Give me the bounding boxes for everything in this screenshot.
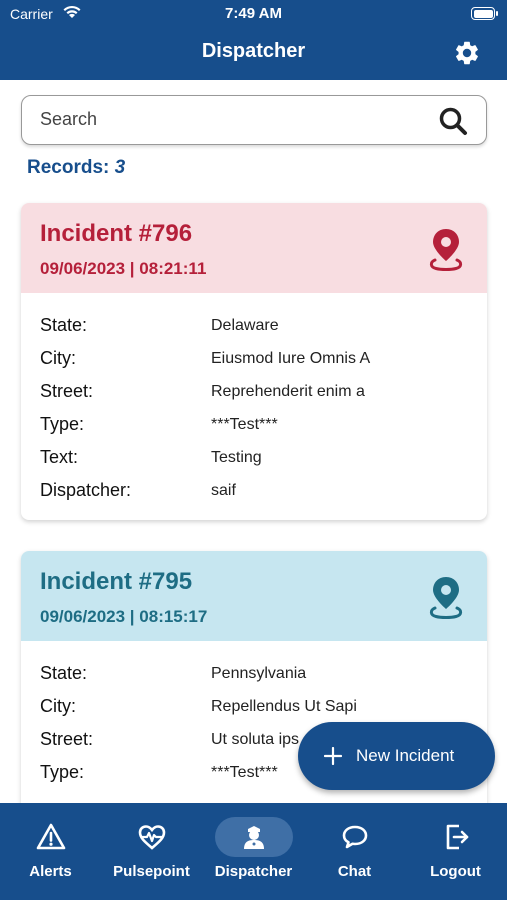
page-title: Dispatcher	[201, 40, 306, 62]
detail-value: saif	[211, 481, 236, 499]
records-count: Records: 3	[27, 157, 125, 179]
detail-row-type: Type: ***Test***	[40, 408, 468, 441]
detail-label: Text:	[40, 447, 79, 467]
detail-row-text: Text: Testing	[40, 441, 468, 474]
new-incident-button[interactable]: New Incident	[298, 722, 495, 790]
detail-label: Type:	[40, 414, 85, 434]
chat-bubble-icon	[342, 825, 367, 849]
detail-label: Type:	[40, 762, 85, 782]
logout-icon	[446, 824, 468, 850]
incident-title: Incident #796	[40, 220, 193, 247]
tab-label: Logout	[430, 863, 481, 880]
search-icon[interactable]	[438, 106, 468, 136]
detail-value: Pennsylvania	[211, 664, 307, 682]
detail-row-street: Street: Reprehenderit enim a	[40, 375, 468, 408]
tab-label: Dispatcher	[214, 863, 293, 880]
location-pin-icon[interactable]	[427, 575, 465, 619]
plus-icon	[324, 747, 342, 765]
detail-value: ***Test***	[211, 763, 278, 781]
tab-label: Pulsepoint	[113, 863, 190, 880]
detail-label: City:	[40, 696, 76, 716]
gear-icon[interactable]	[453, 39, 481, 67]
search-box	[21, 95, 487, 145]
detail-label: State:	[40, 663, 88, 683]
incident-datetime: 09/06/2023 | 08:15:17	[40, 607, 208, 626]
incident-card-header: Incident #796 09/06/2023 | 08:21:11	[21, 203, 487, 293]
tab-chat[interactable]: Chat	[304, 803, 405, 900]
detail-value: Eiusmod Iure Omnis A	[211, 349, 371, 367]
new-incident-label: New Incident	[356, 746, 455, 765]
records-label: Records:	[27, 157, 110, 178]
status-time: 7:49 AM	[225, 5, 282, 22]
search-input[interactable]	[40, 96, 440, 143]
incident-title: Incident #795	[40, 568, 193, 595]
detail-row-dispatcher: Dispatcher: saif	[40, 474, 468, 507]
detail-value: Ut soluta ips	[211, 730, 300, 748]
tab-pulsepoint[interactable]: Pulsepoint	[101, 803, 202, 900]
detail-label: Dispatcher:	[40, 480, 132, 500]
incident-details: State: Delaware City: Eiusmod Iure Omnis…	[21, 293, 487, 507]
app-header: Carrier 7:49 AM Dispatcher	[0, 0, 507, 80]
heart-pulse-icon	[138, 825, 165, 850]
detail-value: Delaware	[211, 316, 279, 334]
detail-row-state: State: Pennsylvania	[40, 657, 468, 690]
records-number: 3	[114, 157, 126, 178]
incident-card[interactable]: Incident #796 09/06/2023 | 08:21:11 Stat…	[21, 203, 487, 520]
battery-icon	[471, 7, 498, 20]
detail-label: Street:	[40, 729, 94, 749]
detail-label: City:	[40, 348, 76, 368]
detail-value: Reprehenderit enim a	[211, 382, 365, 400]
detail-row-state: State: Delaware	[40, 309, 468, 342]
detail-value: Testing	[211, 448, 262, 466]
tab-dispatcher[interactable]: Dispatcher	[203, 803, 304, 900]
location-pin-icon[interactable]	[427, 227, 465, 271]
status-bar: Carrier 7:49 AM	[0, 0, 507, 30]
dispatcher-user-icon	[243, 826, 264, 849]
bottom-tab-bar: Alerts Pulsepoint Dispatcher Chat Logout	[0, 803, 507, 900]
detail-value: ***Test***	[211, 415, 278, 433]
tab-label: Chat	[337, 863, 372, 880]
detail-label: State:	[40, 315, 88, 335]
detail-row-city: City: Repellendus Ut Sapi	[40, 690, 468, 723]
detail-label: Street:	[40, 381, 94, 401]
alert-triangle-icon	[36, 823, 65, 850]
tab-alerts[interactable]: Alerts	[0, 803, 101, 900]
detail-row-city: City: Eiusmod Iure Omnis A	[40, 342, 468, 375]
incident-datetime: 09/06/2023 | 08:21:11	[40, 259, 207, 278]
tab-logout[interactable]: Logout	[405, 803, 506, 900]
detail-value: Repellendus Ut Sapi	[211, 697, 357, 715]
tab-label: Alerts	[29, 863, 72, 880]
incident-card-header: Incident #795 09/06/2023 | 08:15:17	[21, 551, 487, 641]
